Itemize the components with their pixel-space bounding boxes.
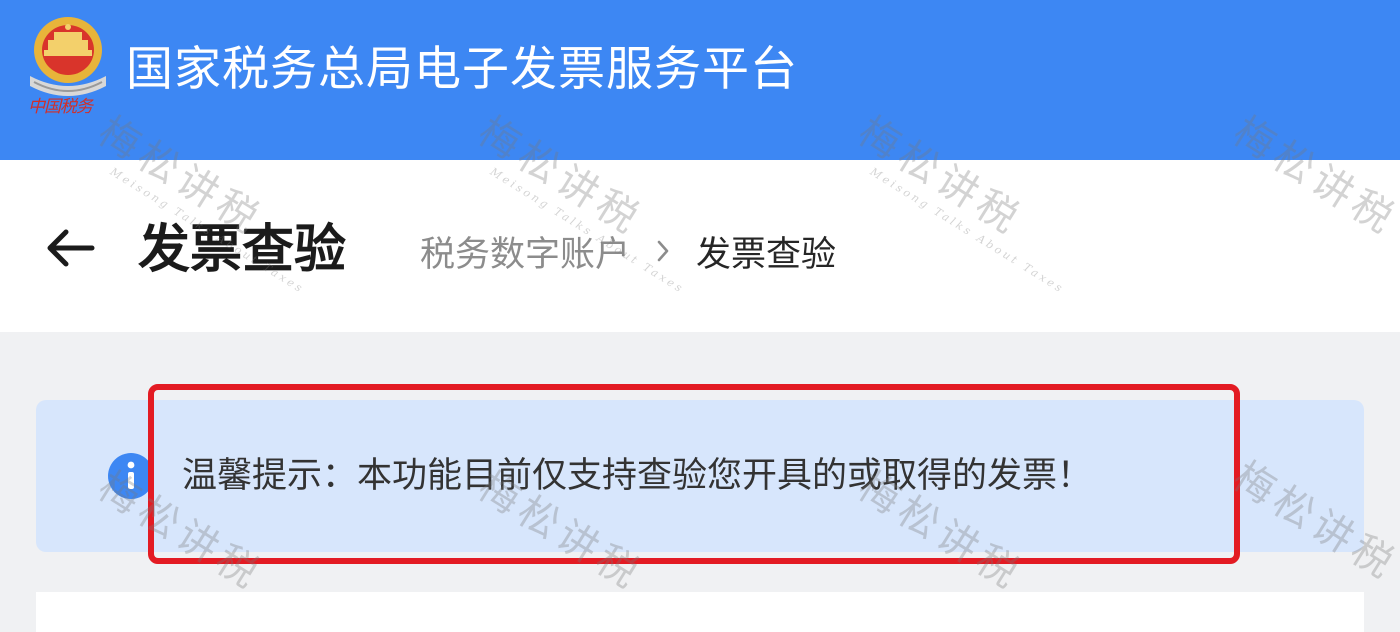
content-card [36, 592, 1364, 632]
chevron-right-icon [630, 224, 696, 278]
top-header: 中国税务 国家税务总局电子发票服务平台 [0, 0, 1400, 160]
page-title: 发票查验 [138, 220, 347, 280]
breadcrumb: 税务数字账户 发票查验 [420, 224, 836, 278]
emblem-caption: 中国税务 [28, 97, 93, 117]
highlight-annotation-box [148, 384, 1240, 564]
breadcrumb-current: 发票查验 [696, 234, 837, 275]
arrow-left-icon[interactable] [44, 226, 96, 270]
breadcrumb-parent-link[interactable]: 税务数字账户 [420, 226, 630, 277]
site-title: 国家税务总局电子发票服务平台 [126, 42, 798, 97]
